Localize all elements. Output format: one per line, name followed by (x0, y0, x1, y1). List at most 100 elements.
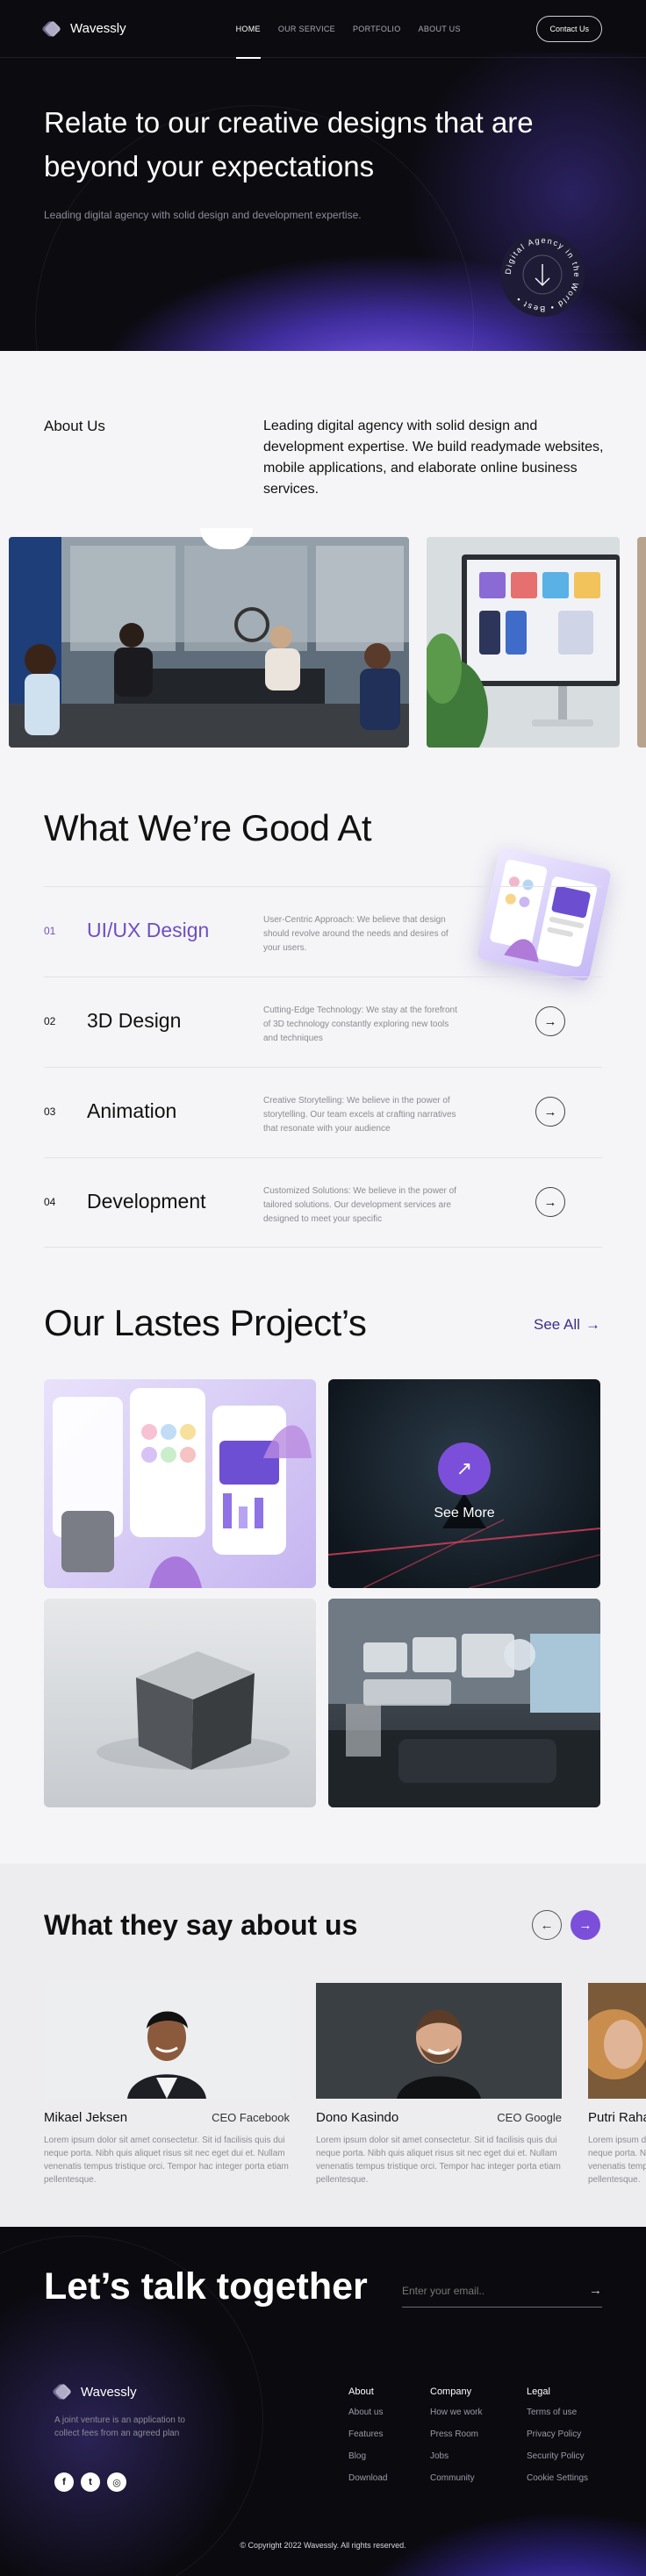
service-row-animation[interactable]: 03 Animation Creative Storytelling: We b… (44, 1067, 602, 1157)
arrow-down-icon (535, 264, 550, 286)
testimonial-photo-dono (316, 1983, 562, 2099)
service-number: 02 (44, 1015, 56, 1027)
footer-link[interactable]: Download (348, 2473, 387, 2483)
footer-column-legal: Legal Terms of use Privacy Policy Securi… (527, 2386, 588, 2495)
footer-link[interactable]: Terms of use (527, 2408, 588, 2417)
projects-title: Our Lastes Project’s (44, 1302, 367, 1343)
service-description: Customized Solutions: We believe in the … (263, 1186, 456, 1224)
footer: Let’s talk together Enter your email.. →… (0, 2227, 646, 2576)
testimonial-photo-mikael (44, 1983, 290, 2099)
testimonial-name: Mikael Jeksen (44, 2110, 128, 2125)
footer-link[interactable]: Cookie Settings (527, 2473, 588, 2483)
footer-column-about: About About us Features Blog Download (348, 2386, 387, 2495)
cta-heading: Let’s talk together (44, 2265, 368, 2308)
hero-title: Relate to our creative designs that are … (44, 106, 534, 182)
service-name: Development (87, 1190, 206, 1213)
service-number: 03 (44, 1106, 56, 1118)
project-card-mobile-app[interactable] (44, 1379, 316, 1588)
hero-section: Wavessly HOME OUR SERVICE PORTFOLIO ABOU… (0, 0, 646, 351)
contact-us-button[interactable]: Contact Us (536, 15, 602, 42)
service-number: 04 (44, 1196, 56, 1208)
footer-link[interactable]: About us (348, 2408, 387, 2417)
testimonial-name: Putri Rahayu (588, 2110, 646, 2125)
about-text: Leading digital agency with solid design… (263, 419, 604, 497)
office-meeting-photo (9, 537, 409, 748)
service-row-development[interactable]: 04 Development Customized Solutions: We … (44, 1157, 602, 1248)
hero-subtitle: Leading digital agency with solid design… (44, 209, 362, 221)
footer-link[interactable]: Jobs (430, 2451, 482, 2461)
copyright-text: © Copyright 2022 Wavessly. All rights re… (240, 2541, 406, 2550)
testimonial-text: Lorem ipsum dolor sit amet consectetur. … (44, 2136, 289, 2185)
design-workspace-photo (427, 537, 620, 748)
testimonial-name: Dono Kasindo (316, 2110, 399, 2125)
service-name: Animation (87, 1099, 177, 1122)
service-row-3d-design[interactable]: 02 3D Design Cutting-Edge Technology: We… (44, 977, 602, 1067)
project-card-smart-home[interactable] (328, 1599, 600, 1807)
brand-name: Wavessly (70, 21, 126, 36)
testimonial-role: CEO Facebook (212, 2111, 290, 2124)
see-more-label[interactable]: See More (328, 1506, 600, 1521)
service-name: UI/UX Design (87, 919, 210, 941)
brand-logo[interactable]: Wavessly (41, 19, 126, 38)
email-input[interactable]: Enter your email.. → (402, 2279, 602, 2308)
service-row-uiux[interactable]: 01 UI/UX Design User-Centric Approach: W… (44, 886, 602, 977)
instagram-icon[interactable]: ◎ (107, 2472, 126, 2492)
footer-link[interactable]: Community (430, 2473, 482, 2483)
facebook-icon[interactable]: f (54, 2472, 74, 2492)
footer-link[interactable]: Features (348, 2429, 387, 2439)
nav-our-service[interactable]: OUR SERVICE (278, 0, 335, 58)
scroll-down-badge[interactable]: Digital Agency in the World • Best • (500, 233, 585, 317)
testimonial-role: CEO Google (497, 2111, 562, 2124)
footer-link[interactable]: Blog (348, 2451, 387, 2461)
nav-about-us[interactable]: ABOUT US (419, 0, 461, 58)
footer-tagline: A joint venture is an application to col… (54, 2415, 185, 2438)
about-gallery (9, 528, 646, 748)
service-name: 3D Design (87, 1009, 182, 1032)
brand-name: Wavessly (81, 2384, 137, 2400)
footer-logo[interactable]: Wavessly (52, 2383, 137, 2401)
testimonial-photo-putri (588, 1983, 646, 2099)
footer-column-company: Company How we work Press Room Jobs Comm… (430, 2386, 482, 2495)
testimonial-card: Putri Rahayu Lorem ipsum dolor sit amet … (588, 1983, 646, 2185)
arrow-right-icon[interactable]: → (535, 1187, 565, 1217)
logo-icon (41, 19, 61, 38)
nav-home[interactable]: HOME (235, 0, 262, 59)
email-placeholder: Enter your email.. (402, 2285, 485, 2297)
testimonial-text: Lorem ipsum dolor sit amet consectetur. … (588, 2136, 646, 2185)
testimonials-title: What they say about us (44, 1909, 358, 1941)
project-card-dark-3d[interactable]: ↗ See More (328, 1379, 600, 1588)
services-title: What We’re Good At (44, 807, 372, 848)
social-links: f t ◎ (54, 2472, 126, 2492)
footer-column-title: Legal (527, 2386, 550, 2397)
footer-link[interactable]: Privacy Policy (527, 2429, 588, 2439)
footer-link[interactable]: How we work (430, 2408, 482, 2417)
extra-gallery-photo (637, 537, 646, 748)
about-label: About Us (44, 418, 105, 434)
project-card-3d-cube[interactable] (44, 1599, 316, 1807)
footer-column-title: Company (430, 2386, 472, 2397)
arrow-right-icon[interactable]: → (535, 1097, 565, 1127)
see-all-label: See All (534, 1316, 580, 1333)
testimonial-card: Mikael Jeksen CEO Facebook Lorem ipsum d… (44, 1983, 290, 2185)
arrow-right-icon: → (585, 1316, 600, 1333)
service-description: Cutting-Edge Technology: We stay at the … (263, 1005, 457, 1043)
see-all-link[interactable]: See All → (534, 1316, 600, 1334)
twitter-icon[interactable]: t (81, 2472, 100, 2492)
top-navbar: Wavessly HOME OUR SERVICE PORTFOLIO ABOU… (0, 0, 646, 59)
next-arrow-button[interactable]: → (571, 1910, 600, 1940)
footer-column-title: About (348, 2386, 374, 2397)
prev-arrow-button[interactable]: ← (532, 1910, 562, 1940)
arrow-right-icon[interactable]: → (589, 2283, 602, 2298)
footer-link[interactable]: Press Room (430, 2429, 482, 2439)
footer-link[interactable]: Security Policy (527, 2451, 588, 2461)
testimonial-card: Dono Kasindo CEO Google Lorem ipsum dolo… (316, 1983, 562, 2185)
nav-portfolio[interactable]: PORTFOLIO (353, 0, 401, 58)
nav-links: HOME OUR SERVICE PORTFOLIO ABOUT US (235, 0, 461, 59)
testimonials-section: What they say about us ← → Mikael Jeksen… (0, 1864, 646, 2227)
service-description: Creative Storytelling: We believe in the… (263, 1096, 456, 1134)
testimonial-text: Lorem ipsum dolor sit amet consectetur. … (316, 2136, 561, 2185)
arrow-right-icon[interactable]: → (535, 1006, 565, 1036)
arrow-up-right-icon[interactable]: ↗ (438, 1442, 491, 1495)
logo-icon (52, 2383, 72, 2401)
service-number: 01 (44, 925, 56, 937)
